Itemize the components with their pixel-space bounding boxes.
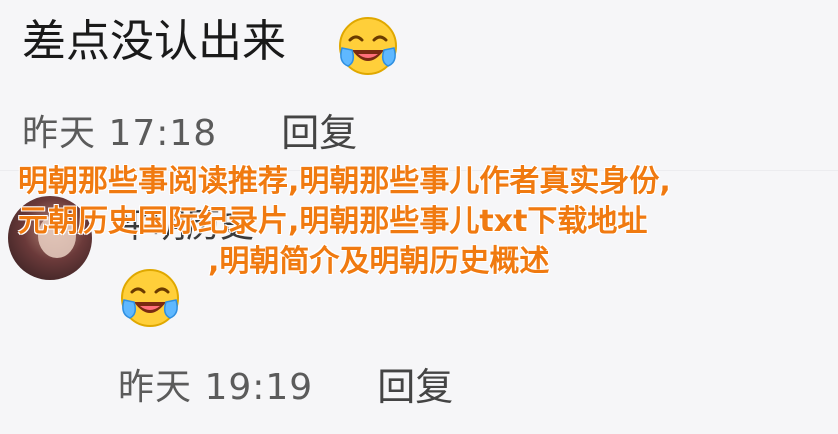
comment-1-reply-button[interactable]: 回复 [281,102,357,157]
overlay-title-line-2: 元朝历史国际纪录片,明朝那些事儿txt下载地址 [18,204,648,239]
overlay-title-line-3: ,明朝简介及明朝历史概述 [208,244,550,279]
overlay-title: 明朝那些事阅读推荐,明朝那些事儿作者真实身份, 元朝历史国际纪录片,明朝那些事儿… [0,162,838,282]
comment-2-timestamp: 昨天 19:19 [118,366,314,408]
comment-2-reply-button[interactable]: 回复 [377,356,453,411]
overlay-title-line-1: 明朝那些事阅读推荐,明朝那些事儿作者真实身份, [18,164,671,199]
comment-1-meta: 昨天 17:18 回复 [22,102,357,157]
comment-2-meta: 昨天 19:19 回复 [118,356,453,411]
comment-1-timestamp: 昨天 17:18 [22,112,218,154]
comment-1-text: 差点没认出来 [22,16,286,67]
laughing-crying-emoji-icon [339,17,397,75]
